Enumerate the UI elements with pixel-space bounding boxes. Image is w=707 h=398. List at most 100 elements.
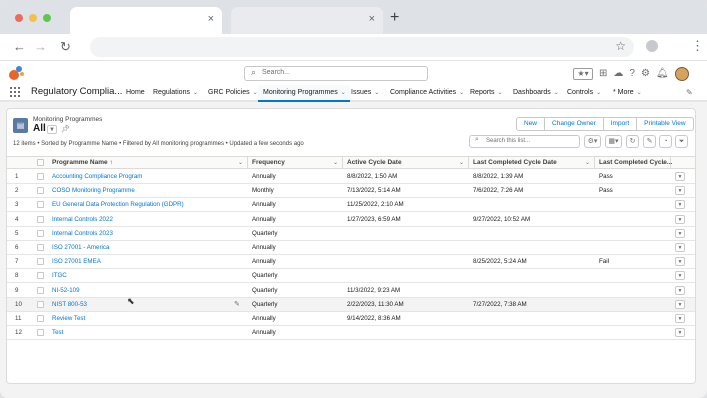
browser-tab-inactive[interactable]: × xyxy=(231,7,383,34)
row-actions-chevron-icon[interactable]: ▼ xyxy=(675,257,685,267)
programme-name-link[interactable]: Internal Controls 2022 xyxy=(52,213,237,226)
edit-list-icon[interactable]: ✎ xyxy=(643,135,656,148)
table-row[interactable]: 11 Review Test Annually 9/14/2022, 8:36 AM ▼ xyxy=(7,312,695,326)
row-actions-chevron-icon[interactable]: ▼ xyxy=(675,271,685,281)
nav-item-home[interactable]: Home xyxy=(126,85,145,102)
chevron-down-icon[interactable]: ⌄ xyxy=(341,90,346,96)
display-as-table-icon[interactable]: ▦▾ xyxy=(605,135,622,148)
back-icon[interactable]: ← xyxy=(13,39,26,54)
add-icon[interactable]: ⊞ xyxy=(599,68,607,80)
minimize-window-dot[interactable] xyxy=(29,14,37,22)
chevron-down-icon[interactable]: ⌄ xyxy=(554,90,559,96)
bookmark-star-icon[interactable]: ☆ xyxy=(615,39,626,53)
programme-name-link[interactable]: Accounting Compliance Program xyxy=(52,170,237,183)
row-actions-chevron-icon[interactable]: ▼ xyxy=(675,285,685,295)
row-checkbox[interactable] xyxy=(37,229,44,237)
programme-name-link[interactable]: ITGC xyxy=(52,269,237,282)
nav-item-regulations[interactable]: Regulations ⌄ xyxy=(153,85,198,102)
row-actions-chevron-icon[interactable]: ▼ xyxy=(675,228,685,238)
row-checkbox[interactable] xyxy=(37,187,44,195)
table-row[interactable]: 5 Internal Controls 2023 Quarterly ▼ xyxy=(7,227,695,241)
maximize-window-dot[interactable] xyxy=(43,14,51,22)
pin-icon[interactable]: 📌︎ xyxy=(61,125,70,133)
browser-menu-icon[interactable]: ⋮ xyxy=(691,38,704,54)
notification-bell-icon[interactable]: 🔔︎ xyxy=(656,68,669,80)
programme-name-link[interactable]: Review Test xyxy=(52,312,237,325)
help-icon[interactable]: ? xyxy=(629,68,635,80)
close-window-dot[interactable] xyxy=(15,14,23,22)
programme-name-link[interactable]: NIST 800-53 xyxy=(52,298,237,311)
chevron-down-icon[interactable]: ⌄ xyxy=(459,90,464,96)
row-actions-chevron-icon[interactable]: ▼ xyxy=(675,172,685,181)
chevron-down-icon[interactable]: ⌄ xyxy=(585,157,590,169)
nav-item-controls[interactable]: Controls ⌄ xyxy=(567,85,601,102)
new-tab-icon[interactable]: + xyxy=(390,10,399,26)
row-actions-chevron-icon[interactable]: ▼ xyxy=(675,328,685,338)
nav-item-grc-policies[interactable]: GRC Policies ⌄ xyxy=(208,85,258,102)
row-actions-chevron-icon[interactable]: ▼ xyxy=(675,186,685,196)
nav-item-compliance-activities[interactable]: Compliance Activities ⌄ xyxy=(390,85,464,102)
nav-item-issues[interactable]: Issues ⌄ xyxy=(351,85,379,102)
row-checkbox[interactable] xyxy=(37,300,44,308)
nav-item-more[interactable]: * More ⌄ xyxy=(613,85,642,102)
programme-name-link[interactable]: NI-52-109 xyxy=(52,284,237,297)
row-checkbox[interactable] xyxy=(37,244,44,251)
row-actions-chevron-icon[interactable]: ▼ xyxy=(675,214,685,224)
favorites-icon[interactable]: ★▾ xyxy=(573,67,593,80)
filter-icon[interactable]: ⏷ xyxy=(675,135,688,148)
charts-icon[interactable]: ◔ xyxy=(659,135,672,148)
programme-name-link[interactable]: ISO 27001 EMEA xyxy=(52,255,237,268)
row-actions-chevron-icon[interactable]: ▼ xyxy=(675,299,685,309)
programme-name-link[interactable]: Internal Controls 2023 xyxy=(52,227,237,240)
list-search-input[interactable]: ⌕ Search this list... xyxy=(469,135,580,148)
tab-close-icon[interactable]: × xyxy=(208,13,214,25)
row-checkbox[interactable] xyxy=(37,215,44,223)
browser-tab-active[interactable]: × xyxy=(70,7,222,34)
settings-icon[interactable]: ⚙ xyxy=(641,68,650,80)
reload-icon[interactable]: ↻ xyxy=(60,39,71,55)
programme-name-link[interactable]: Test xyxy=(52,326,237,339)
row-checkbox[interactable] xyxy=(37,201,44,209)
row-actions-chevron-icon[interactable]: ▼ xyxy=(675,314,685,323)
app-launcher-icon[interactable] xyxy=(10,87,20,97)
chevron-down-icon[interactable]: ⌄ xyxy=(498,90,503,96)
programme-name-link[interactable]: EU General Data Protection Regulation (G… xyxy=(52,198,237,211)
programme-name-link[interactable]: COSO Monitoring Programme xyxy=(52,184,237,197)
column-header-last-completed-cycle-date[interactable]: Last Completed Cycle Date ⌄ xyxy=(469,157,595,169)
import-button[interactable]: Import xyxy=(602,117,638,131)
table-row[interactable]: 10 NIST 800-53 Quarterly 2/22/2023, 11:30 A… xyxy=(7,297,695,312)
table-row[interactable]: 8 ITGC Quarterly ▼ xyxy=(7,269,695,284)
chevron-down-icon[interactable]: ⌄ xyxy=(238,157,243,169)
tab-close-icon[interactable]: × xyxy=(369,13,375,25)
column-header-programme-name[interactable]: Programme Name ↑ ⌄ xyxy=(48,157,248,169)
table-row[interactable]: 6 ISO 27001 - America Annually ▼ xyxy=(7,241,695,255)
table-row[interactable]: 2 COSO Monitoring Programme Monthly 7/13/20… xyxy=(7,184,695,199)
edit-nav-pencil-icon[interactable]: ✎ xyxy=(686,88,693,97)
column-header-active-cycle-date[interactable]: Active Cycle Date ⌄ xyxy=(343,157,469,169)
column-header-frequency[interactable]: Frequency ⌄ xyxy=(248,157,343,169)
new-button[interactable]: New xyxy=(516,117,546,131)
address-bar[interactable]: ☆ xyxy=(90,37,634,57)
row-checkbox[interactable] xyxy=(37,329,44,337)
programme-name-link[interactable]: ISO 27001 - America xyxy=(52,241,237,254)
nav-item-dashboards[interactable]: Dashboards ⌄ xyxy=(513,85,559,102)
refresh-icon[interactable]: ↻ xyxy=(626,135,639,148)
inline-edit-pencil-icon[interactable]: ✎ xyxy=(234,298,240,311)
chevron-down-icon[interactable]: ⌄ xyxy=(459,157,464,169)
profile-icon[interactable] xyxy=(646,40,658,52)
table-row[interactable]: 9 NI-52-109 Quarterly 11/3/2022, 9:23 AM ▼ xyxy=(7,284,695,298)
chevron-down-icon[interactable]: ⌄ xyxy=(374,90,379,96)
row-checkbox[interactable] xyxy=(37,315,44,322)
row-checkbox[interactable] xyxy=(37,272,44,280)
table-row[interactable]: 12 Test Annually ▼ xyxy=(7,326,695,341)
chevron-down-icon[interactable]: ⌄ xyxy=(596,90,601,96)
table-row[interactable]: 3 EU General Data Protection Regulation (… xyxy=(7,198,695,213)
chevron-down-icon[interactable]: ⌄ xyxy=(661,157,666,169)
printable-view-button[interactable]: Printable View xyxy=(636,117,694,131)
row-checkbox[interactable] xyxy=(37,258,44,266)
nav-item-monitoring-programmes[interactable]: Monitoring Programmes ⌄ xyxy=(258,85,350,102)
nav-item-reports[interactable]: Reports ⌄ xyxy=(470,85,503,102)
table-row[interactable]: 1 Accounting Compliance Program Annually 8/… xyxy=(7,170,695,184)
list-view-switcher-chevron-icon[interactable]: ▼ xyxy=(47,125,57,134)
trailhead-icon[interactable]: ☁ xyxy=(613,68,623,80)
